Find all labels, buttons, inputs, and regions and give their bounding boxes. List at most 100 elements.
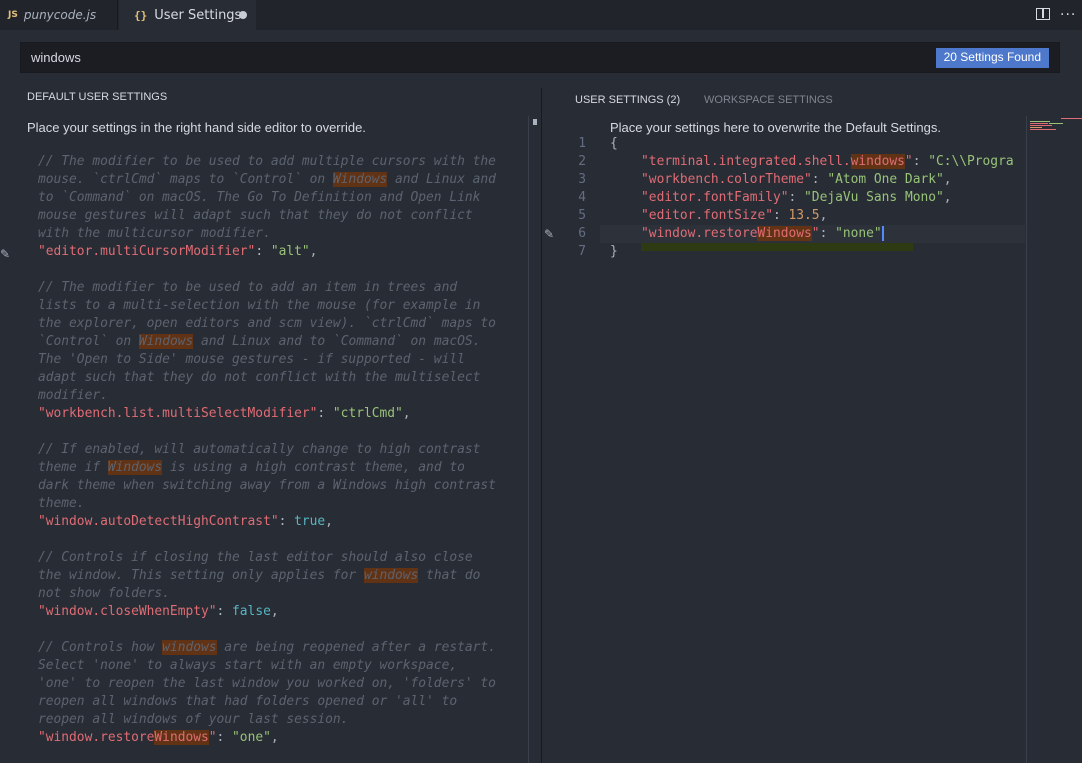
code-token: {: [610, 136, 618, 151]
code-token: `Control` on: [38, 334, 139, 349]
code-token: ,: [270, 730, 279, 745]
code-token: :: [912, 154, 929, 169]
code-token: "none": [835, 226, 882, 241]
search-match: windows: [162, 640, 217, 655]
search-match: windows: [363, 568, 419, 583]
code-line: reopen all windows that had folders open…: [38, 693, 523, 711]
js-file-icon: JS: [8, 10, 18, 20]
code-token: :: [255, 244, 271, 259]
left-scrollbar[interactable]: [528, 116, 540, 763]
code-token: ,: [943, 190, 952, 205]
code-token: 13.5: [788, 208, 820, 223]
code-token: "workbench.list.multiSelectModifier": [38, 406, 318, 421]
code-token: and Linux and to `Command` on macOS.: [193, 334, 481, 349]
settings-search-box[interactable]: windows 20 Settings Found: [20, 42, 1060, 73]
code-token: "one": [232, 730, 271, 745]
code-token: are being reopened after a restart.: [216, 640, 496, 655]
code-token: that do: [418, 568, 481, 583]
code-token: ": [811, 226, 820, 241]
unsaved-dot-icon[interactable]: [239, 11, 247, 19]
code-line: "editor.fontSize": 13.5,: [610, 207, 1025, 225]
minimap[interactable]: [1026, 116, 1082, 763]
tab-bar: JS punycode.js {} User Settings ···: [0, 0, 1082, 30]
code-token: :: [317, 406, 333, 421]
more-actions-icon[interactable]: ···: [1060, 7, 1076, 23]
code-line: lists to a multi-selection with the mous…: [38, 297, 523, 315]
code-token: 'one' to reopen the last window you work…: [38, 676, 496, 691]
default-settings-editor[interactable]: // The modifier to be used to add multip…: [38, 153, 523, 747]
code-token: ,: [325, 514, 333, 529]
code-token: ,: [402, 406, 411, 421]
user-settings-editor[interactable]: { "terminal.integrated.shell.windows": "…: [610, 135, 1025, 261]
code-token: to `Command` on macOS. The Go To Definit…: [38, 190, 481, 205]
code-token: "window.autoDetectHighContrast": [38, 514, 279, 529]
tab-user-settings-scope[interactable]: USER SETTINGS (2): [575, 94, 680, 106]
code-token: theme if: [38, 460, 108, 475]
code-line: The 'Open to Side' mouse gestures - if s…: [38, 351, 523, 369]
code-token: modifier.: [38, 388, 108, 403]
code-line: "window.closeWhenEmpty": false,: [38, 603, 523, 621]
code-line: {: [610, 135, 1025, 153]
code-token: with the multicursor modifier.: [38, 226, 271, 241]
code-token: :: [216, 730, 233, 745]
code-token: "window.restore: [38, 730, 155, 745]
code-line: the explorer, open editors and scm view)…: [38, 315, 523, 333]
code-line: Select 'none' to always start with an em…: [38, 657, 523, 675]
code-token: :: [788, 190, 805, 205]
code-token: mouse. `ctrlCmd` maps to `Control` on: [38, 172, 333, 187]
code-token: The 'Open to Side' mouse gestures - if s…: [38, 352, 465, 367]
code-token: }: [610, 244, 618, 259]
code-token: "DejaVu Sans Mono": [804, 190, 944, 205]
code-token: :: [819, 226, 836, 241]
user-settings-intro: Place your settings here to overwrite th…: [610, 120, 941, 135]
code-token: Select 'none' to always start with an em…: [38, 658, 458, 673]
code-token: // Controls how: [38, 640, 163, 655]
edit-pencil-icon[interactable]: ✎: [544, 227, 554, 241]
code-line: the window. This setting only applies fo…: [38, 567, 523, 585]
minimap-line: [1049, 123, 1063, 124]
code-token: theme.: [38, 496, 85, 511]
code-line: // Controls how windows are being reopen…: [38, 639, 523, 657]
tab-user-settings[interactable]: {} User Settings: [119, 0, 256, 30]
left-scrollbar-thumb[interactable]: [533, 119, 537, 125]
code-line: // The modifier to be used to add multip…: [38, 153, 523, 171]
code-line: "editor.multiCursorModifier": "alt",: [38, 243, 523, 261]
code-token: reopen all windows that had folders open…: [38, 694, 458, 709]
code-token: "Atom One Dark": [827, 172, 944, 187]
code-line: `Control` on Windows and Linux and to `C…: [38, 333, 523, 351]
code-token: the explorer, open editors and scm view)…: [38, 316, 496, 331]
tab-label: User Settings: [154, 7, 242, 23]
code-line: mouse. `ctrlCmd` maps to `Control` on Wi…: [38, 171, 523, 189]
code-token: lists to a multi-selection with the mous…: [38, 298, 481, 313]
pane-divider[interactable]: [541, 88, 542, 763]
search-match: Windows: [107, 460, 163, 475]
code-token: "window.closeWhenEmpty": [38, 604, 217, 619]
split-editor-icon[interactable]: [1036, 8, 1050, 20]
code-token: ": [208, 730, 217, 745]
minimap-line: [1061, 118, 1082, 119]
code-line: mouse gestures will adapt such that they…: [38, 207, 523, 225]
code-token: mouse gestures will adapt such that they…: [38, 208, 473, 223]
code-line: "window.restoreWindows": "one",: [38, 729, 523, 747]
search-match: Windows: [154, 730, 209, 745]
code-token: not show folders.: [38, 586, 170, 601]
code-line: theme.: [38, 495, 523, 513]
code-line: "terminal.integrated.shell.windows": "C:…: [610, 153, 1025, 171]
code-token: adapt such that they do not conflict wit…: [38, 370, 481, 385]
search-input[interactable]: windows: [31, 50, 81, 65]
tab-label: punycode.js: [23, 8, 97, 22]
code-token: "workbench.colorTheme": [641, 172, 812, 187]
code-token: is using a high contrast theme, and to: [162, 460, 465, 475]
code-token: ,: [819, 208, 828, 223]
code-line: 'one' to reopen the last window you work…: [38, 675, 523, 693]
code-token: and Linux and: [387, 172, 496, 187]
tab-workspace-settings-scope[interactable]: WORKSPACE SETTINGS: [704, 94, 833, 106]
code-token: :: [278, 514, 295, 529]
search-match: windows: [850, 154, 905, 169]
tab-punycode[interactable]: JS punycode.js: [0, 0, 118, 30]
code-line: "editor.fontFamily": "DejaVu Sans Mono",: [610, 189, 1025, 207]
code-token: "terminal.integrated.shell.: [641, 154, 851, 169]
edit-pencil-icon[interactable]: ✎: [0, 247, 10, 261]
code-line: }: [610, 243, 1025, 261]
